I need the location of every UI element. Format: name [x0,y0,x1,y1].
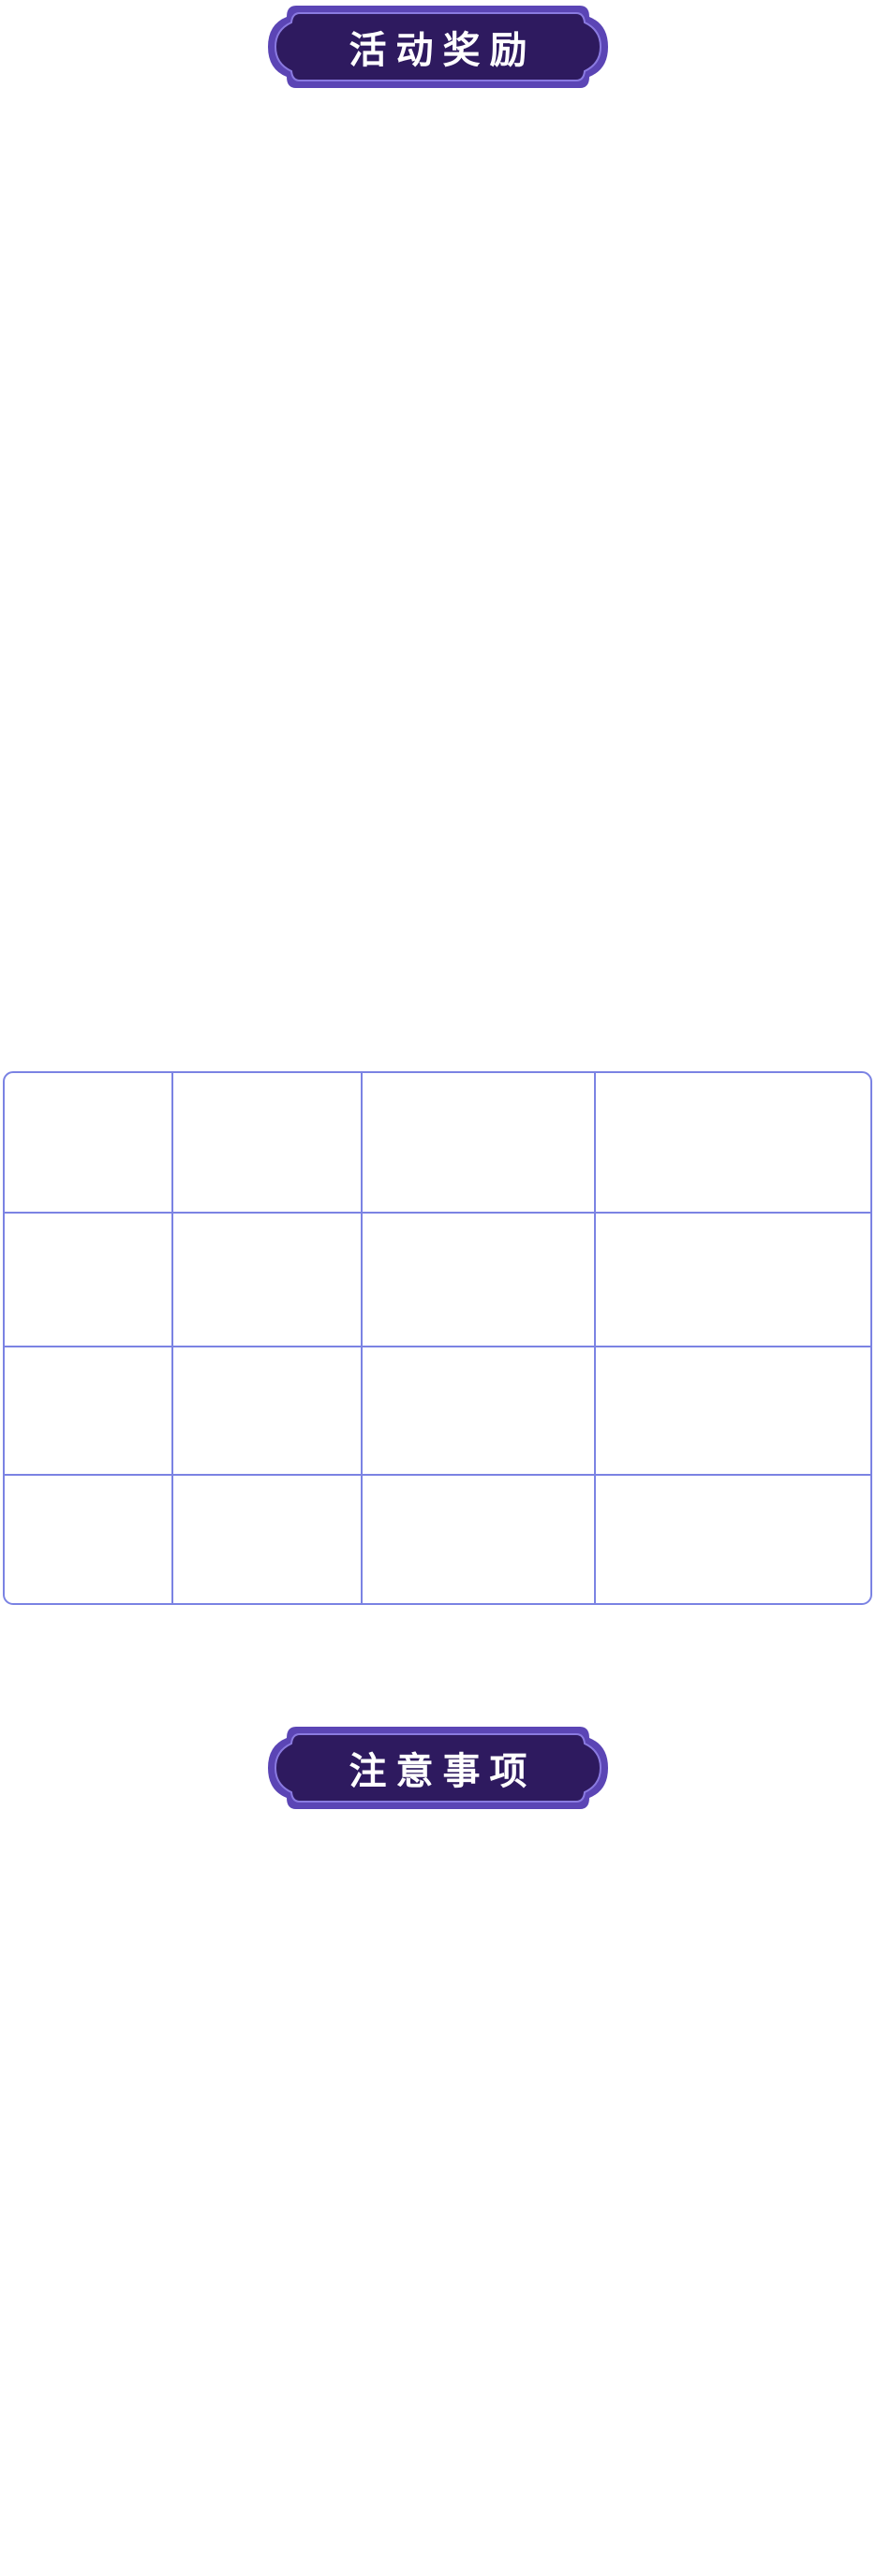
section-title-notes-label: 注意事项 [349,1749,537,1793]
rewards-table [3,1071,874,1606]
section-title-notes: 注意事项 [268,1721,608,1815]
section-title-rewards: 活动奖励 [268,0,608,94]
rewards-table-grid [3,1071,872,1605]
section-title-rewards-label: 活动奖励 [349,28,537,72]
